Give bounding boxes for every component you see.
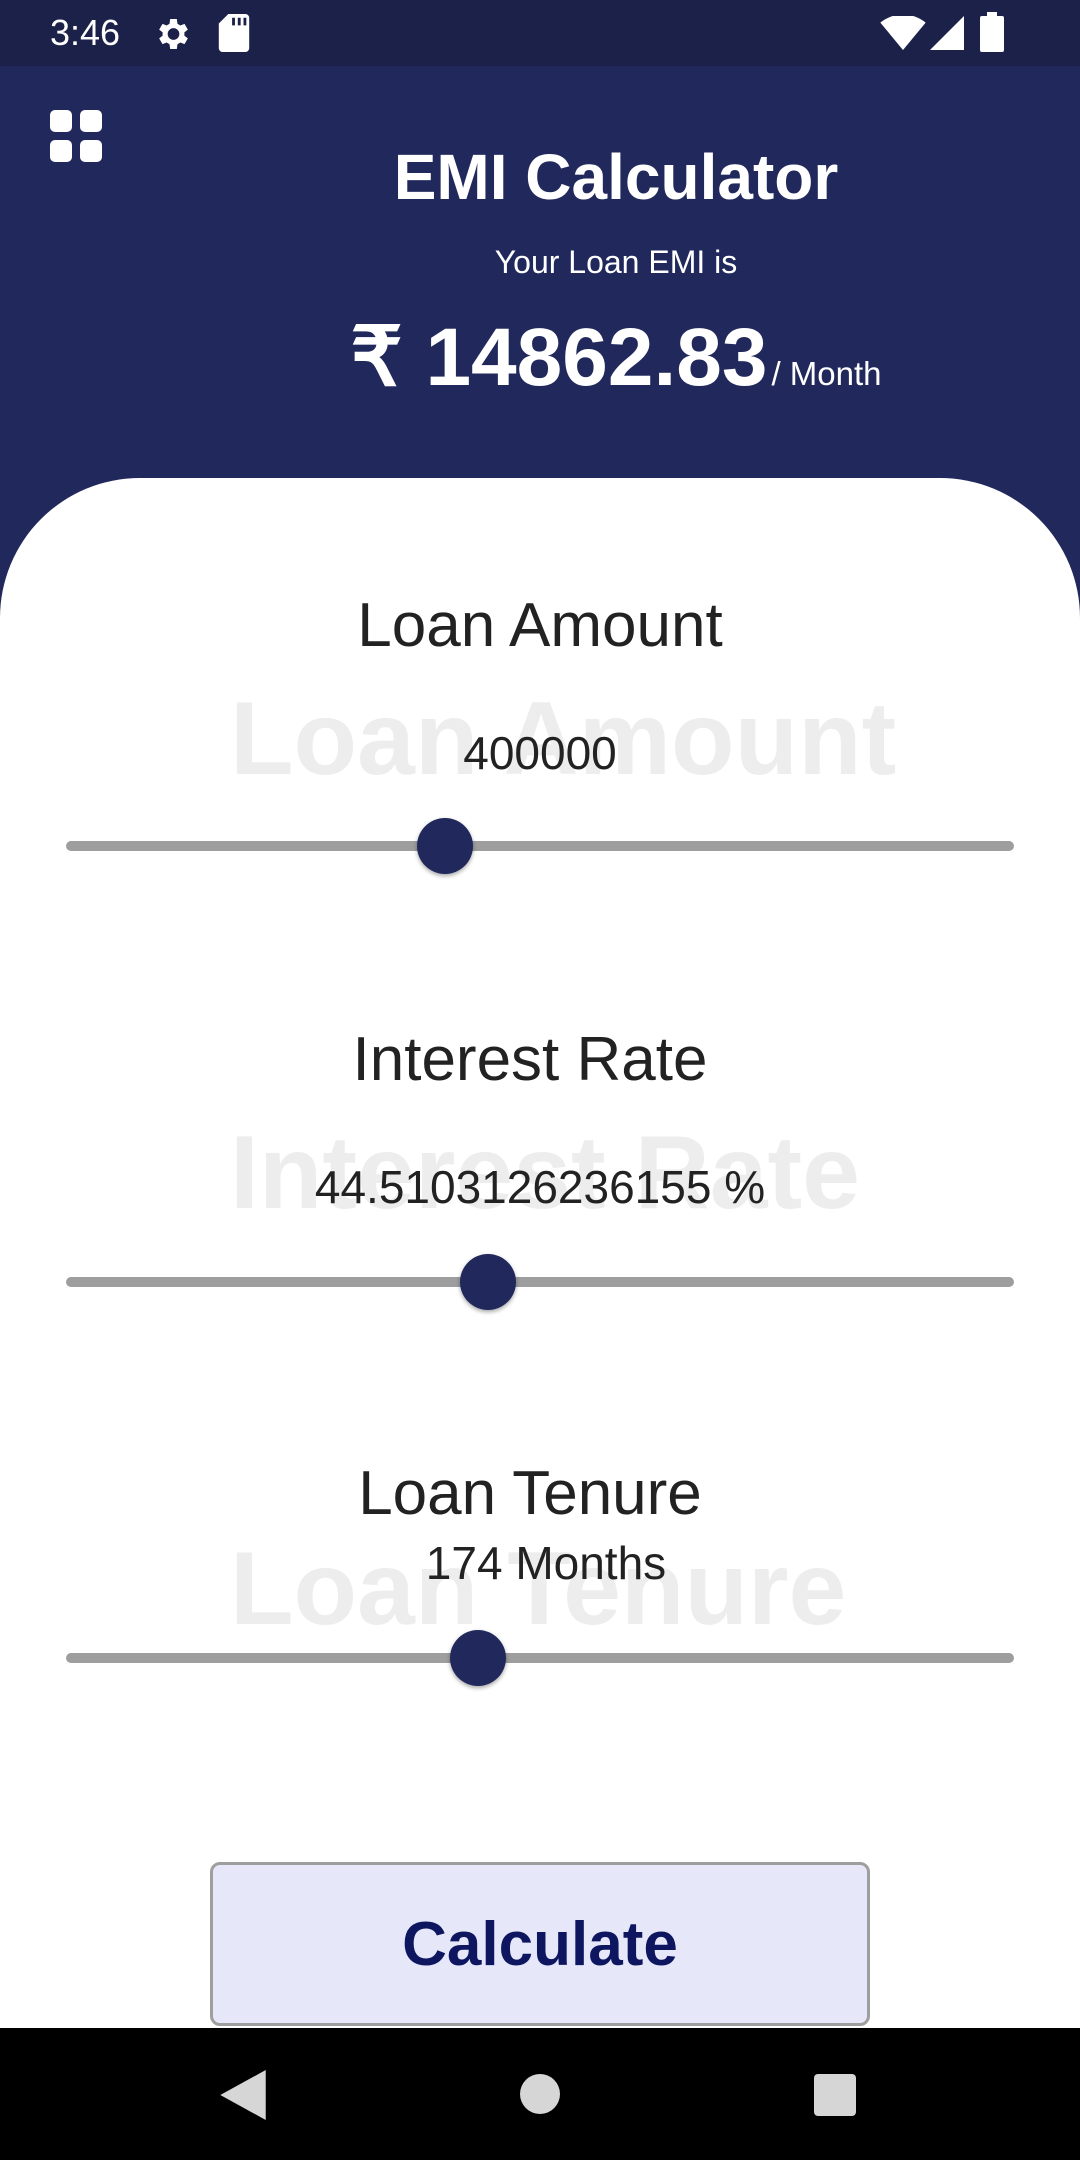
slider-track[interactable] bbox=[66, 1277, 1014, 1287]
status-time: 3:46 bbox=[50, 12, 121, 53]
battery-icon bbox=[980, 12, 1004, 52]
emi-unit: / Month bbox=[771, 355, 882, 392]
gear-icon bbox=[159, 19, 188, 49]
emi-value: ₹ 14862.83 bbox=[350, 312, 768, 403]
slider-track[interactable] bbox=[66, 1653, 1014, 1663]
app-title: EMI Calculator bbox=[393, 141, 839, 213]
slider-thumb[interactable] bbox=[459, 1254, 516, 1310]
loan-amount-value: 400000 bbox=[463, 727, 617, 779]
loan-tenure-slider[interactable] bbox=[66, 1630, 1014, 1686]
loan-tenure-label: Loan Tenure bbox=[358, 1459, 702, 1528]
status-bar: 3:46 bbox=[0, 0, 1080, 66]
home-icon[interactable] bbox=[520, 2074, 560, 2114]
emi-result: ₹ 14862.83/ Month bbox=[0, 310, 1080, 405]
loan-amount-slider[interactable] bbox=[66, 818, 1014, 874]
emi-caption: Your Loan EMI is bbox=[494, 244, 738, 280]
interest-rate-slider[interactable] bbox=[66, 1254, 1014, 1310]
sd-card-icon bbox=[218, 14, 250, 52]
wifi-icon bbox=[880, 16, 926, 50]
calculate-button[interactable]: Calculate bbox=[210, 1862, 870, 2026]
slider-thumb[interactable] bbox=[450, 1630, 507, 1686]
loan-amount-label: Loan Amount bbox=[357, 591, 723, 660]
cell-signal-icon bbox=[930, 16, 964, 50]
recents-icon[interactable] bbox=[814, 2074, 856, 2116]
interest-rate-label: Interest Rate bbox=[352, 1025, 708, 1094]
slider-track[interactable] bbox=[66, 841, 1014, 851]
loan-tenure-value: 174 Months bbox=[425, 1537, 667, 1589]
navigation-bar bbox=[0, 2028, 1080, 2160]
interest-rate-value: 44.5103126236155 % bbox=[314, 1161, 766, 1213]
back-icon[interactable] bbox=[220, 2070, 266, 2120]
slider-thumb[interactable] bbox=[417, 818, 474, 874]
